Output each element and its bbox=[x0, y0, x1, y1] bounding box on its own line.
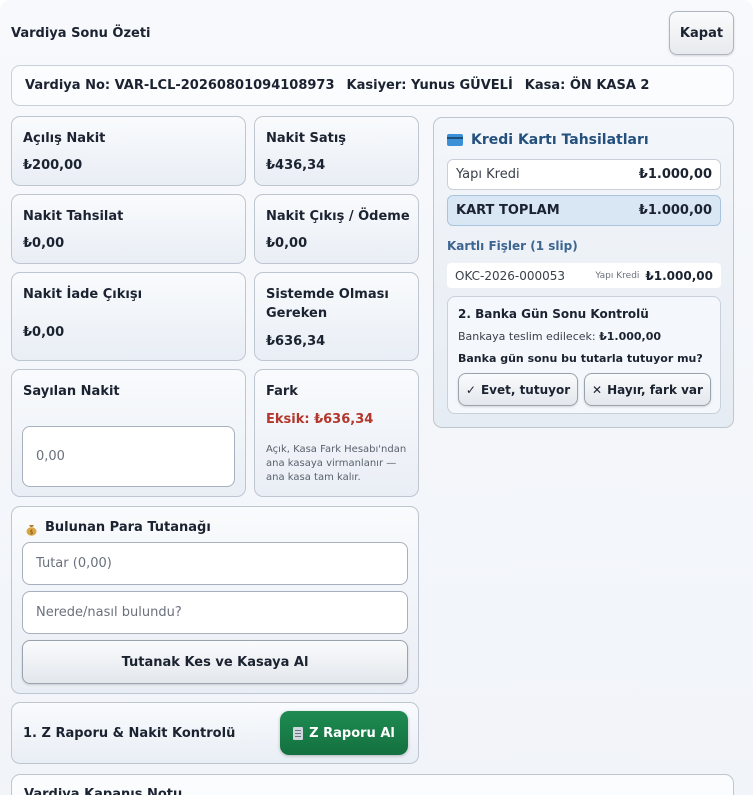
difference-label: Fark bbox=[266, 384, 298, 399]
cash-sales-label: Nakit Satış bbox=[266, 131, 347, 146]
credit-row: Yapı Kredi ₺1.000,00 bbox=[447, 159, 721, 190]
card-total-label: KART TOPLAM bbox=[456, 203, 560, 218]
credit-card-header: Kredi Kartı Tahsilatları bbox=[447, 132, 649, 148]
closing-note-card: Vardiya Kapanış Notu bbox=[11, 774, 734, 795]
cashier-name: Kasiyer: Yunus GÜVELİ bbox=[346, 78, 513, 93]
create-report-button[interactable]: Tutanak Kes ve Kasaya Al bbox=[22, 640, 408, 684]
found-money-card: $ Bulunan Para Tutanağı Tutar (0,00) Ner… bbox=[11, 506, 419, 694]
difference-value: Eksik: ₺636,34 bbox=[266, 412, 374, 427]
found-money-header: $ Bulunan Para Tutanağı bbox=[25, 520, 211, 536]
cash-out-card: Nakit Çıkış / Ödeme ₺0,00 bbox=[254, 194, 419, 264]
credit-bank-name: Yapı Kredi bbox=[456, 167, 520, 182]
bank-no-label: Hayır, fark var bbox=[607, 382, 703, 397]
cash-collection-label: Nakit Tahsilat bbox=[23, 209, 124, 224]
cash-sales-card: Nakit Satış ₺436,34 bbox=[254, 116, 419, 186]
credit-card-icon bbox=[447, 134, 463, 146]
close-button[interactable]: Kapat bbox=[669, 11, 734, 55]
cash-collection-card: Nakit Tahsilat ₺0,00 bbox=[11, 194, 246, 264]
cash-refund-label: Nakit İade Çıkışı bbox=[23, 287, 143, 302]
bank-question: Banka gün sonu bu tutarla tutuyor mu? bbox=[458, 352, 703, 365]
slip-id: OKC-2026-000053 bbox=[455, 268, 566, 283]
z-report-label: 1. Z Raporu & Nakit Kontrolü bbox=[23, 726, 236, 741]
found-location-input[interactable]: Nerede/nasıl bulundu? bbox=[22, 591, 408, 634]
closing-note-label: Vardiya Kapanış Notu bbox=[24, 787, 183, 795]
cash-out-label: Nakit Çıkış / Ödeme bbox=[266, 209, 410, 224]
cash-refund-card: Nakit İade Çıkışı ₺0,00 bbox=[11, 272, 246, 361]
opening-cash-card: Açılış Nakit ₺200,00 bbox=[11, 116, 246, 186]
expected-cash-value: ₺636,34 bbox=[266, 334, 326, 349]
bank-deliver-label: Bankaya teslim edilecek: bbox=[458, 330, 596, 343]
slip-amount: ₺1.000,00 bbox=[645, 268, 713, 283]
register-name: Kasa: ÖN KASA 2 bbox=[524, 78, 650, 93]
cash-collection-value: ₺0,00 bbox=[23, 236, 65, 251]
counted-cash-card: Sayılan Nakit 0,00 bbox=[11, 369, 246, 497]
shift-summary-modal: Vardiya Sonu Özeti Kapat Vardiya No: VAR… bbox=[0, 0, 753, 795]
expected-cash-label: Sistemde Olması Gereken bbox=[266, 287, 389, 321]
z-report-button[interactable]: Z Raporu Al bbox=[280, 711, 408, 755]
check-icon: ✓ bbox=[465, 382, 476, 397]
svg-text:$: $ bbox=[30, 529, 34, 536]
credit-card-panel: Kredi Kartı Tahsilatları Yapı Kredi ₺1.0… bbox=[433, 117, 734, 428]
bank-no-button[interactable]: ✕ Hayır, fark var bbox=[584, 373, 711, 406]
counted-cash-label: Sayılan Nakit bbox=[23, 384, 120, 399]
bank-check-box: 2. Banka Gün Sonu Kontrolü Bankaya tesli… bbox=[447, 296, 721, 414]
difference-note: Açık, Kasa Fark Hesabı'ndan ana kasaya v… bbox=[266, 444, 407, 483]
money-bag-icon: $ bbox=[25, 521, 38, 536]
opening-cash-value: ₺200,00 bbox=[23, 158, 83, 173]
found-amount-input[interactable]: Tutar (0,00) bbox=[22, 542, 408, 585]
slip-row: OKC-2026-000053 Yapı Kredi ₺1.000,00 bbox=[447, 263, 721, 288]
found-money-title: Bulunan Para Tutanağı bbox=[45, 520, 211, 535]
bank-yes-button[interactable]: ✓ Evet, tutuyor bbox=[458, 373, 578, 406]
cash-out-value: ₺0,00 bbox=[266, 236, 308, 251]
close-x-icon: ✕ bbox=[592, 382, 603, 397]
bank-deliver-line: Bankaya teslim edilecek: ₺1.000,00 bbox=[458, 330, 661, 343]
cash-refund-value: ₺0,00 bbox=[23, 325, 65, 340]
bank-check-title: 2. Banka Gün Sonu Kontrolü bbox=[458, 307, 649, 321]
receipt-icon bbox=[293, 726, 304, 740]
modal-title: Vardiya Sonu Özeti bbox=[11, 26, 151, 41]
bank-yes-label: Evet, tutuyor bbox=[480, 382, 571, 397]
expected-cash-card: Sistemde Olması Gereken ₺636,34 bbox=[254, 272, 419, 361]
counted-cash-input[interactable]: 0,00 bbox=[22, 426, 235, 487]
difference-card: Fark Eksik: ₺636,34 Açık, Kasa Fark Hesa… bbox=[254, 369, 419, 497]
bank-deliver-value: ₺1.000,00 bbox=[599, 330, 662, 343]
card-total-row: KART TOPLAM ₺1.000,00 bbox=[447, 195, 721, 226]
slips-title: Kartlı Fişler (1 slip) bbox=[447, 239, 578, 253]
cash-sales-value: ₺436,34 bbox=[266, 158, 326, 173]
credit-bank-amount: ₺1.000,00 bbox=[638, 167, 712, 182]
z-report-button-label: Z Raporu Al bbox=[309, 725, 395, 741]
slip-bank: Yapı Kredi bbox=[595, 270, 640, 281]
shift-info-bar: Vardiya No: VAR-LCL-20260801094108973 Ka… bbox=[11, 65, 734, 106]
card-total-value: ₺1.000,00 bbox=[638, 203, 712, 218]
credit-card-title: Kredi Kartı Tahsilatları bbox=[471, 132, 649, 148]
opening-cash-label: Açılış Nakit bbox=[23, 131, 106, 146]
shift-number: Vardiya No: VAR-LCL-20260801094108973 bbox=[25, 78, 335, 93]
